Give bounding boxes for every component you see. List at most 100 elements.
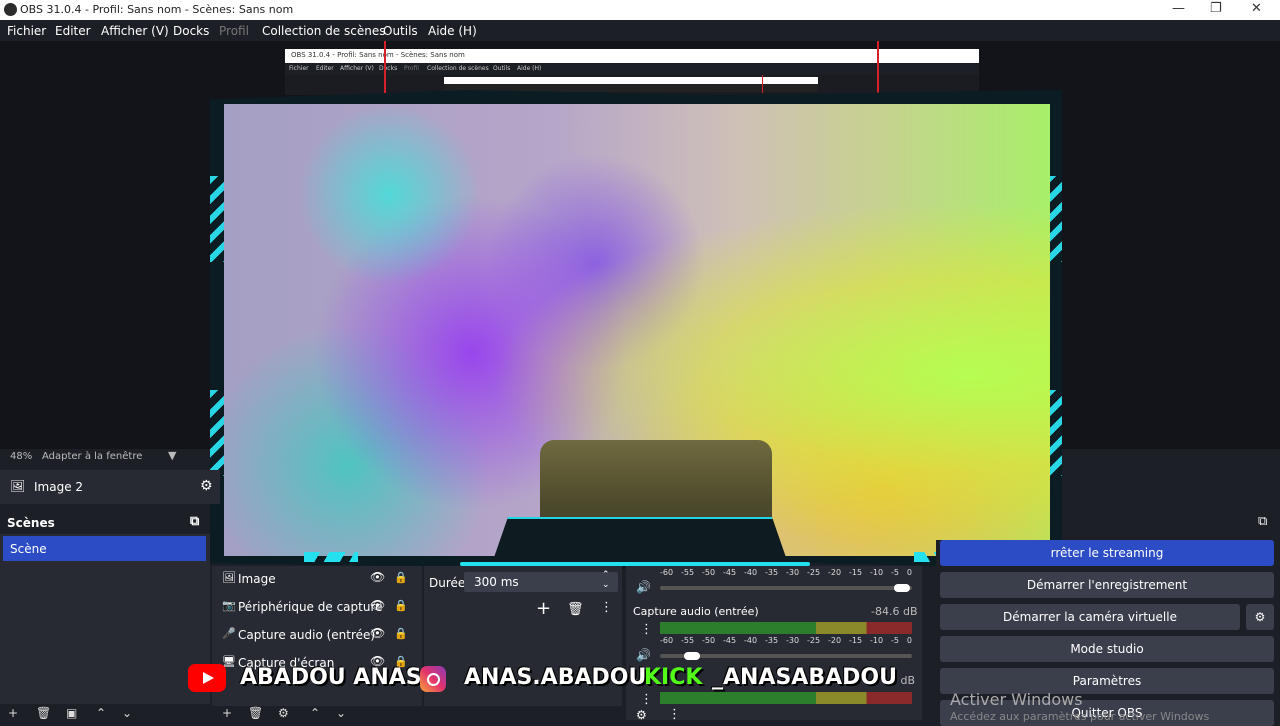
volume-knob[interactable] <box>683 652 700 660</box>
microphone-icon: 🎤 <box>222 627 236 640</box>
lock-icon[interactable]: 🔒 <box>394 571 408 584</box>
nested-obs-titlebar: OBS 31.0.4 - Profil: Sans nom - Scènes: … <box>285 49 979 63</box>
nested-menu-docks: Docks <box>379 65 398 72</box>
duration-value: 300 ms <box>474 575 519 589</box>
restore-button[interactable]: ❐ <box>1210 1 1222 16</box>
undock-icon[interactable]: ⧉ <box>1258 514 1267 529</box>
trash-icon[interactable]: 🗑 <box>248 706 263 720</box>
overlay-stripes-right-top <box>1048 176 1062 262</box>
menu-bar: Fichier Editer Afficher (V) Docks Profil… <box>0 20 1280 41</box>
tick: -40 <box>744 568 758 577</box>
tick: -20 <box>828 568 842 577</box>
eye-icon[interactable]: 👁 <box>370 626 385 640</box>
undock-icon[interactable]: ⧉ <box>190 514 199 529</box>
nested-obs-title: OBS 31.0.4 - Profil: Sans nom - Scènes: … <box>291 51 465 59</box>
tick: -30 <box>786 568 800 577</box>
nested-menu-afficher: Afficher (V) <box>340 65 374 72</box>
chevron-down-icon[interactable]: ⌄ <box>122 706 132 720</box>
tick: -55 <box>681 568 695 577</box>
chevron-up-icon[interactable]: ⌃ <box>310 706 320 720</box>
lock-icon[interactable]: 🔒 <box>394 627 408 640</box>
menu-docks[interactable]: Docks <box>173 24 209 38</box>
menu-editer[interactable]: Editer <box>55 24 91 38</box>
volume-slider[interactable] <box>660 586 912 590</box>
nested-menu-editer: Editer <box>316 65 334 72</box>
nested-menu-profil: Profil <box>404 65 419 72</box>
add-scene-icon[interactable]: + <box>8 706 18 720</box>
source-row-audio[interactable]: 🎤 Capture audio (entrée) 👁 🔒 <box>222 624 418 646</box>
studio-mode-button[interactable]: Mode studio <box>940 636 1274 662</box>
duration-field[interactable]: 300 ms ⌃ ⌄ <box>464 570 618 592</box>
window-title: OBS 31.0.4 - Profil: Sans nom - Scènes: … <box>20 3 294 16</box>
tick: -10 <box>870 636 884 645</box>
lock-icon[interactable]: 🔒 <box>394 599 408 612</box>
stop-streaming-button[interactable]: rrêter le streaming <box>940 540 1274 566</box>
trash-icon[interactable]: 🗑 <box>567 602 584 617</box>
tick: -60 <box>660 636 674 645</box>
tick: -45 <box>723 636 737 645</box>
source-label: Image <box>238 572 276 586</box>
nested-menu-collection: Collection de scènes <box>427 65 489 72</box>
tick: -5 <box>891 568 899 577</box>
start-recording-button[interactable]: Démarrer l'enregistrement <box>940 572 1274 598</box>
add-transition-icon[interactable]: + <box>536 598 551 619</box>
close-button[interactable]: ✕ <box>1251 1 1262 16</box>
obs-logo-icon <box>4 3 17 16</box>
tick: -35 <box>765 636 779 645</box>
nested-obs-menu: Fichier Editer Afficher (V) Docks Profil… <box>285 63 979 75</box>
more-icon[interactable]: ⋮ <box>640 622 653 637</box>
tick: -10 <box>870 568 884 577</box>
menu-fichier[interactable]: Fichier <box>7 24 46 38</box>
audio-level-meter <box>660 622 912 634</box>
scenes-title: Scènes <box>7 516 55 530</box>
volume-icon[interactable]: 🔊 <box>636 580 651 594</box>
trash-icon[interactable]: 🗑 <box>36 706 51 720</box>
scene-item[interactable]: Scène <box>3 536 206 561</box>
source-row-image[interactable]: 🖼 Image 👁 🔒 <box>222 568 418 590</box>
tick: -45 <box>723 568 737 577</box>
zoom-mode-select[interactable]: Adapter à la fenêtre <box>42 451 142 462</box>
tick: -40 <box>744 636 758 645</box>
tick: 0 <box>906 568 912 577</box>
youtube-icon <box>188 664 226 692</box>
source-toolbar: 🖼 Image 2 ⚙ <box>0 470 220 504</box>
add-source-icon[interactable]: + <box>222 706 232 720</box>
chevron-up-icon[interactable]: ⌃ <box>96 706 106 720</box>
start-virtual-camera-button[interactable]: Démarrer la caméra virtuelle <box>940 604 1240 630</box>
chevron-down-icon[interactable]: ⌄ <box>336 706 346 720</box>
menu-profil[interactable]: Profil <box>219 24 249 38</box>
eye-icon[interactable]: 👁 <box>370 598 385 612</box>
duration-label: Durée <box>429 576 466 590</box>
image-icon: 🖼 <box>222 571 236 584</box>
filter-icon[interactable]: ▣ <box>66 706 77 720</box>
audio-mixer: -60 -55 -50 -45 -40 -35 -30 -25 -20 -15 -10 -5 0 🔊 C… <box>626 566 922 722</box>
menu-outils[interactable]: Outils <box>383 24 418 38</box>
red-guide-line <box>384 41 386 93</box>
volume-knob[interactable] <box>893 584 910 592</box>
chevron-up-icon[interactable]: ⌃ <box>602 570 610 580</box>
chevron-down-icon[interactable]: ⌄ <box>602 580 610 590</box>
gear-icon[interactable]: ⚙ <box>200 478 213 494</box>
activate-windows-watermark: Activer Windows <box>950 690 1083 709</box>
red-guide-line <box>877 41 879 93</box>
preview-zoom-bar: 48% Adapter à la fenêtre ▼ <box>0 449 210 465</box>
scenes-toolbar: + 🗑 ▣ ⌃ ⌄ <box>0 706 210 720</box>
more-icon[interactable]: ⋮ <box>600 600 613 615</box>
tick: -15 <box>849 636 863 645</box>
gear-icon[interactable]: ⚙ <box>278 706 289 720</box>
menu-aide[interactable]: Aide (H) <box>428 24 477 38</box>
menu-collection-scenes[interactable]: Collection de scènes <box>262 24 385 38</box>
menu-afficher[interactable]: Afficher (V) <box>101 24 169 38</box>
gear-icon[interactable]: ⚙ <box>1246 604 1274 630</box>
chevron-down-icon[interactable]: ▼ <box>168 449 176 462</box>
mixer-channel-db: -84.6 dB <box>871 605 918 618</box>
volume-icon[interactable]: 🔊 <box>636 648 651 662</box>
scenes-dock-header: Scènes ⧉ <box>0 512 210 534</box>
nested-menu-fichier: Fichier <box>289 65 309 72</box>
source-row-camera[interactable]: 📷 Périphérique de capture 👁 🔒 <box>222 596 418 618</box>
instagram-handle: ANAS.ABADOU <box>464 665 647 690</box>
minimize-button[interactable]: — <box>1172 1 1185 16</box>
social-overlay: ABADOU ANAS ANAS.ABADOU KICK _ANASABADOU <box>184 662 897 696</box>
nested-menu-aide: Aide (H) <box>517 65 542 72</box>
eye-icon[interactable]: 👁 <box>370 570 385 584</box>
